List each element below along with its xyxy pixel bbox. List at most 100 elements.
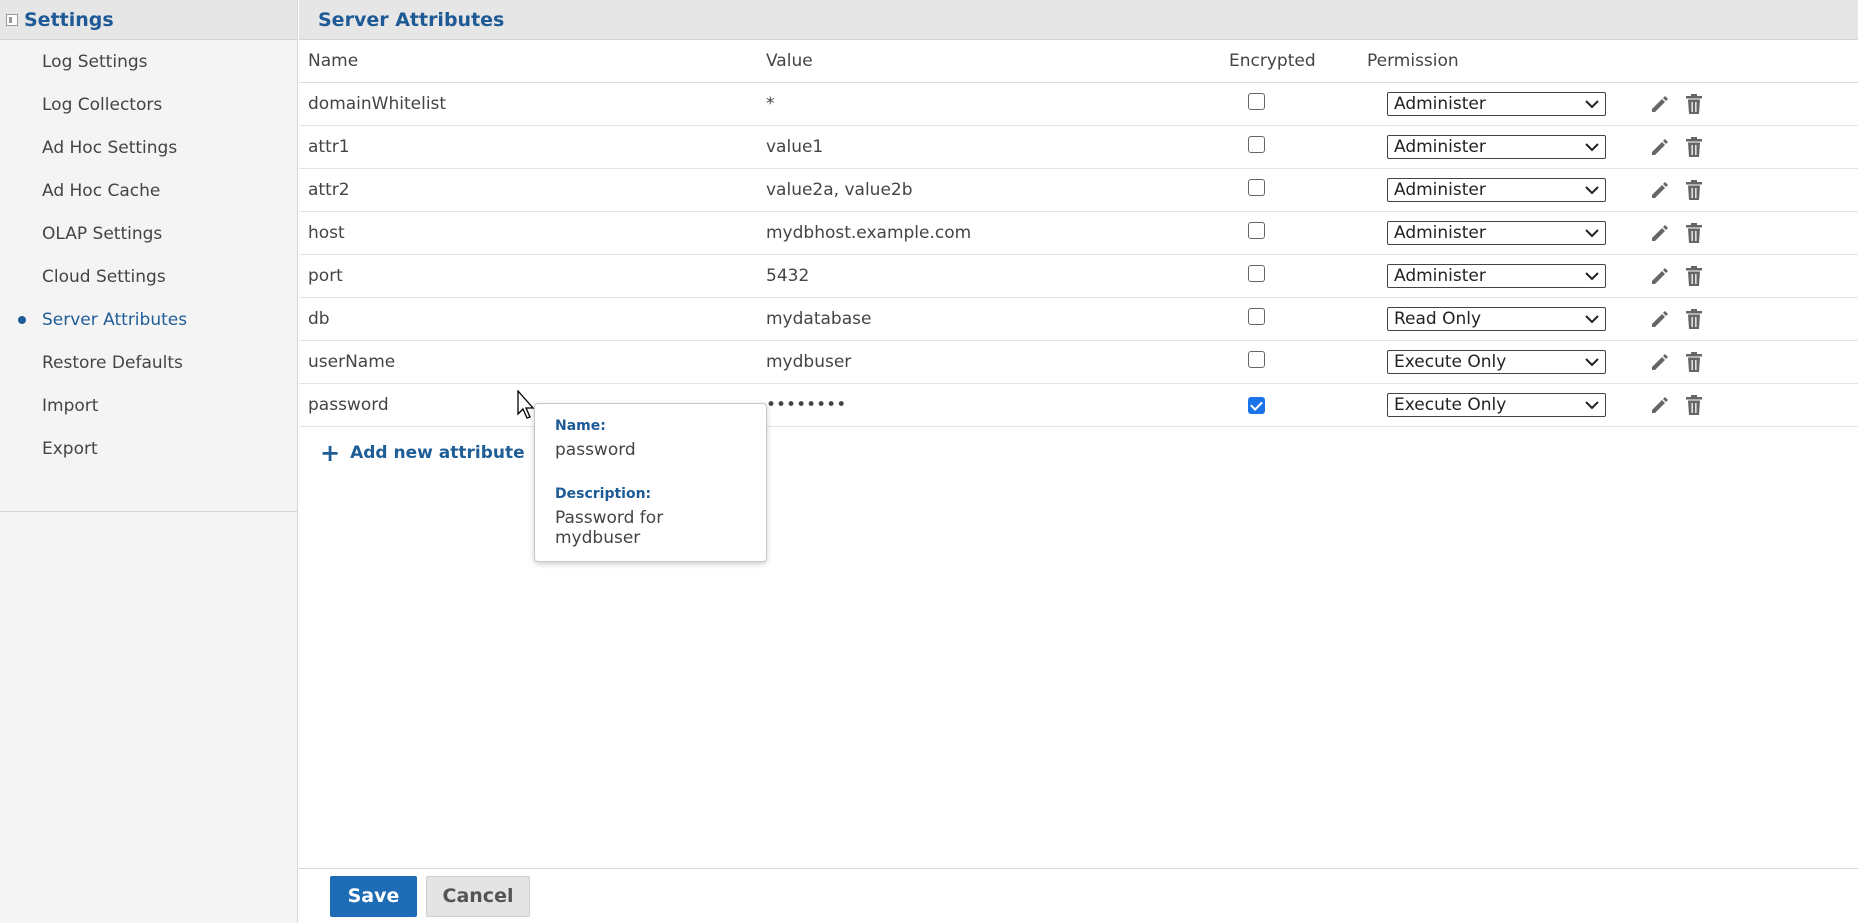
chevron-down-icon bbox=[1585, 358, 1599, 367]
table-row: host mydbhost.example.com Administer bbox=[299, 212, 1858, 255]
encrypted-cell bbox=[1226, 179, 1349, 201]
permission-cell: Administer bbox=[1349, 221, 1609, 245]
sidebar-item-import[interactable]: Import bbox=[0, 384, 297, 427]
attribute-value: mydbhost.example.com bbox=[766, 223, 972, 243]
sidebar-item-ad-hoc-cache[interactable]: Ad Hoc Cache bbox=[0, 169, 297, 212]
attribute-value: value2a, value2b bbox=[766, 180, 913, 200]
encrypted-checkbox[interactable] bbox=[1248, 351, 1265, 368]
encrypted-cell bbox=[1226, 93, 1349, 115]
encrypted-checkbox[interactable] bbox=[1248, 222, 1265, 239]
trash-icon[interactable] bbox=[1685, 136, 1703, 158]
trash-icon[interactable] bbox=[1685, 222, 1703, 244]
encrypted-checkbox[interactable] bbox=[1248, 265, 1265, 282]
sidebar-item-log-settings[interactable]: Log Settings bbox=[0, 40, 297, 83]
table-row: port 5432 Administer bbox=[299, 255, 1858, 298]
sidebar-item-label: Cloud Settings bbox=[42, 266, 166, 287]
sidebar-item-ad-hoc-settings[interactable]: Ad Hoc Settings bbox=[0, 126, 297, 169]
row-actions bbox=[1609, 179, 1729, 201]
row-actions bbox=[1609, 93, 1729, 115]
sidebar-item-server-attributes[interactable]: Server Attributes bbox=[0, 298, 297, 341]
sidebar-item-restore-defaults[interactable]: Restore Defaults bbox=[0, 341, 297, 384]
row-actions bbox=[1609, 265, 1729, 287]
permission-select[interactable]: Administer bbox=[1387, 264, 1606, 288]
pencil-icon[interactable] bbox=[1649, 93, 1671, 115]
tooltip-description-label: Description: bbox=[555, 486, 652, 502]
attribute-name: domainWhitelist bbox=[308, 94, 447, 114]
chevron-down-icon bbox=[1585, 401, 1599, 410]
chevron-down-icon bbox=[1585, 186, 1599, 195]
sidebar-item-label: Ad Hoc Cache bbox=[42, 180, 161, 201]
panel-collapse-icon[interactable] bbox=[6, 13, 18, 26]
encrypted-checkbox[interactable] bbox=[1248, 179, 1265, 196]
row-actions bbox=[1609, 136, 1729, 158]
sidebar-item-olap-settings[interactable]: OLAP Settings bbox=[0, 212, 297, 255]
chevron-down-icon bbox=[1585, 100, 1599, 109]
column-header-encrypted: Encrypted bbox=[1229, 51, 1316, 71]
cancel-button[interactable]: Cancel bbox=[426, 875, 530, 917]
encrypted-cell bbox=[1226, 351, 1349, 373]
column-header-permission: Permission bbox=[1367, 51, 1459, 71]
save-button[interactable]: Save bbox=[330, 875, 417, 917]
sidebar-item-log-collectors[interactable]: Log Collectors bbox=[0, 83, 297, 126]
permission-selected-value: Execute Only bbox=[1394, 352, 1507, 372]
permission-select[interactable]: Read Only bbox=[1387, 307, 1606, 331]
attribute-value: •••••••• bbox=[766, 395, 847, 415]
encrypted-checkbox[interactable] bbox=[1248, 397, 1265, 414]
attribute-value: * bbox=[766, 94, 775, 114]
trash-icon[interactable] bbox=[1685, 179, 1703, 201]
trash-icon[interactable] bbox=[1685, 351, 1703, 373]
sidebar-divider bbox=[0, 470, 297, 512]
encrypted-cell bbox=[1226, 222, 1349, 244]
encrypted-checkbox[interactable] bbox=[1248, 136, 1265, 153]
encrypted-checkbox[interactable] bbox=[1248, 308, 1265, 325]
sidebar-header: Settings bbox=[0, 0, 297, 40]
sidebar-item-export[interactable]: Export bbox=[0, 427, 297, 470]
attribute-value: 5432 bbox=[766, 266, 810, 286]
column-header-value: Value bbox=[766, 51, 813, 71]
row-actions bbox=[1609, 394, 1729, 416]
trash-icon[interactable] bbox=[1685, 394, 1703, 416]
permission-select[interactable]: Execute Only bbox=[1387, 350, 1606, 374]
pencil-icon[interactable] bbox=[1649, 179, 1671, 201]
active-indicator-icon bbox=[18, 316, 26, 324]
attribute-value: mydatabase bbox=[766, 309, 872, 329]
permission-cell: Execute Only bbox=[1349, 393, 1609, 417]
sidebar-item-label: Import bbox=[42, 395, 99, 416]
permission-cell: Administer bbox=[1349, 264, 1609, 288]
table-row: attr1 value1 Administer bbox=[299, 126, 1858, 169]
permission-cell: Administer bbox=[1349, 178, 1609, 202]
permission-select[interactable]: Administer bbox=[1387, 221, 1606, 245]
pencil-icon[interactable] bbox=[1649, 308, 1671, 330]
trash-icon[interactable] bbox=[1685, 93, 1703, 115]
permission-select[interactable]: Administer bbox=[1387, 135, 1606, 159]
pencil-icon[interactable] bbox=[1649, 136, 1671, 158]
sidebar-item-label: Export bbox=[42, 438, 98, 459]
attribute-table: domainWhitelist * Administer attr1 value1 Adm… bbox=[299, 83, 1858, 427]
tooltip-description-value: Password for mydbuser bbox=[555, 508, 664, 548]
permission-select[interactable]: Administer bbox=[1387, 92, 1606, 116]
encrypted-checkbox[interactable] bbox=[1248, 93, 1265, 110]
attribute-tooltip: Name: password Description: Password for… bbox=[534, 403, 767, 562]
pencil-icon[interactable] bbox=[1649, 265, 1671, 287]
sidebar: Settings Log Settings Log Collectors Ad Ho… bbox=[0, 0, 298, 923]
permission-select[interactable]: Administer bbox=[1387, 178, 1606, 202]
permission-selected-value: Read Only bbox=[1394, 309, 1482, 329]
encrypted-cell bbox=[1226, 395, 1349, 415]
attribute-name: db bbox=[308, 309, 330, 329]
permission-cell: Execute Only bbox=[1349, 350, 1609, 374]
trash-icon[interactable] bbox=[1685, 308, 1703, 330]
add-attribute-link[interactable]: + Add new attribute bbox=[299, 427, 1858, 479]
chevron-down-icon bbox=[1585, 272, 1599, 281]
trash-icon[interactable] bbox=[1685, 265, 1703, 287]
pencil-icon[interactable] bbox=[1649, 394, 1671, 416]
attribute-name: attr1 bbox=[308, 137, 350, 157]
permission-selected-value: Administer bbox=[1394, 223, 1486, 243]
add-attribute-label: Add new attribute bbox=[350, 443, 525, 463]
sidebar-item-cloud-settings[interactable]: Cloud Settings bbox=[0, 255, 297, 298]
pencil-icon[interactable] bbox=[1649, 351, 1671, 373]
table-row: db mydatabase Read Only bbox=[299, 298, 1858, 341]
permission-select[interactable]: Execute Only bbox=[1387, 393, 1606, 417]
pencil-icon[interactable] bbox=[1649, 222, 1671, 244]
attribute-value: mydbuser bbox=[766, 352, 852, 372]
tooltip-name-label: Name: bbox=[555, 418, 606, 434]
